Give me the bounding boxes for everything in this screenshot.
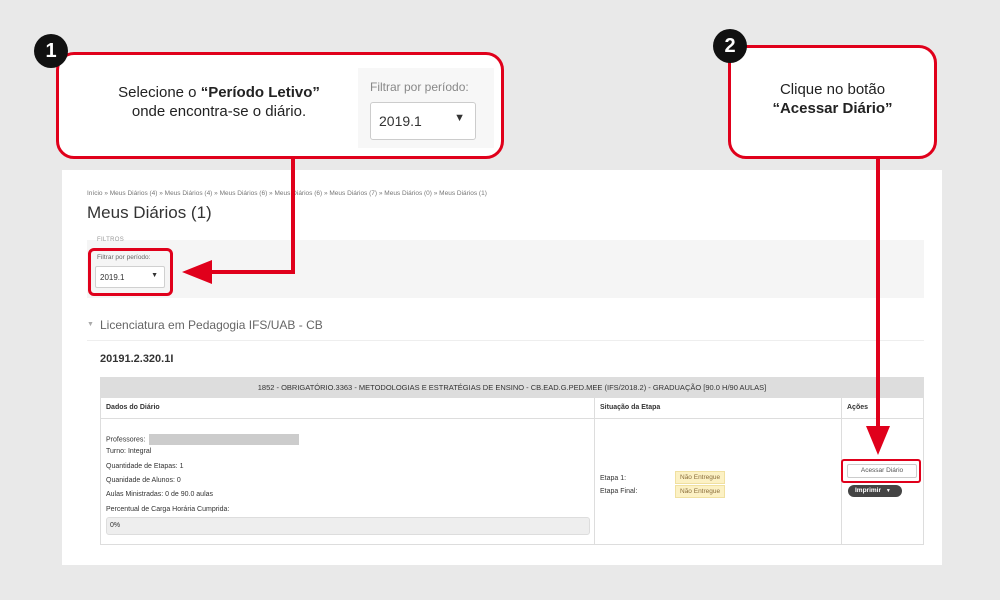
page-title: Meus Diários (1) — [87, 203, 212, 222]
diary-table: 1852 - OBRIGATÓRIO.3363 - METODOLOGIAS E… — [100, 377, 924, 545]
print-label: Imprimir — [855, 487, 882, 494]
turno-row: Turno: Integral — [106, 448, 151, 455]
zoomed-filter-select[interactable]: 2019.1 ▼ — [370, 102, 476, 140]
callout-2-line1: Clique no botão — [779, 81, 886, 98]
stage-final-status-badge: Não Entregue — [675, 485, 726, 498]
zoomed-filter-label: Filtrar por período: — [370, 80, 469, 94]
screenshot-panel: Início » Meus Diários (4) » Meus Diários… — [62, 170, 942, 565]
stage-1-label: Etapa 1: — [600, 475, 627, 482]
step-2-badge: 2 — [713, 29, 747, 63]
turno-value: Integral — [127, 448, 152, 455]
callout-step-2: Clique no botão “Acessar Diário” — [728, 45, 937, 159]
print-dropdown-button[interactable]: Imprimir ▼ — [848, 485, 902, 497]
breadcrumb[interactable]: Início » Meus Diários (4) » Meus Diários… — [87, 190, 487, 197]
period-filter-highlight — [88, 248, 173, 296]
class-code: 20191.2.320.1I — [100, 353, 174, 365]
etapas-label: Quantidade de Etapas: — [106, 463, 178, 470]
callout-1-suffix: onde encontra-se o diário. — [131, 103, 307, 120]
alunos-label: Quanidade de Alunos: — [106, 477, 175, 484]
alunos-value: 0 — [176, 477, 181, 484]
redacted-name — [149, 434, 300, 445]
aulas-label: Aulas Ministradas: — [106, 491, 164, 498]
workload-progress-value: 0% — [110, 522, 121, 529]
callout-1-text: Selecione o “Período Letivo” onde encont… — [89, 83, 349, 121]
access-diary-button[interactable]: Acessar Diário — [847, 464, 917, 478]
aulas-row: Aulas Ministradas: 0 de 90.0 aulas — [106, 491, 213, 498]
zoomed-filter-value: 2019.1 — [379, 113, 422, 129]
workload-progress-bar: 0% — [106, 517, 590, 535]
course-title: Licenciatura em Pedagogia IFS/UAB - CB — [100, 318, 323, 332]
table-caption: 1852 - OBRIGATÓRIO.3363 - METODOLOGIAS E… — [101, 378, 923, 398]
professores-label: Professores: — [106, 436, 146, 444]
callout-2-text: Clique no botão “Acessar Diário” — [731, 80, 934, 118]
zoomed-period-filter: Filtrar por período: 2019.1 ▼ — [358, 68, 494, 148]
caret-down-icon: ▼ — [885, 488, 891, 494]
caret-down-icon: ▼ — [454, 112, 465, 124]
professores-row: Professores: — [106, 434, 300, 445]
aulas-value: 0 de 90.0 aulas — [165, 491, 214, 498]
turno-label: Turno: — [106, 448, 126, 455]
callout-2-bold: “Acessar Diário” — [772, 100, 893, 117]
divider — [87, 340, 924, 341]
alunos-row: Quanidade de Alunos: 0 — [106, 477, 181, 484]
filters-box — [87, 240, 924, 298]
stage-final-label: Etapa Final: — [600, 488, 638, 495]
callout-1-bold: “Período Letivo” — [200, 84, 320, 101]
row-divider — [101, 418, 923, 419]
stage-1-status-badge: Não Entregue — [675, 471, 726, 484]
callout-1-prefix: Selecione o — [118, 84, 201, 101]
header-dados: Dados do Diário — [106, 404, 160, 411]
etapas-row: Quantidade de Etapas: 1 — [106, 463, 183, 470]
callout-step-1: Selecione o “Período Letivo” onde encont… — [56, 52, 504, 159]
header-situacao: Situação da Etapa — [600, 404, 661, 411]
header-acoes: Ações — [847, 404, 869, 411]
percentual-label: Percentual de Carga Horária Cumprida: — [106, 506, 230, 513]
etapas-value: 1 — [179, 463, 184, 470]
step-1-badge: 1 — [34, 34, 68, 68]
column-divider — [594, 398, 595, 544]
filters-label: FILTROS — [97, 237, 124, 243]
collapse-caret-icon[interactable]: ▼ — [87, 321, 94, 328]
